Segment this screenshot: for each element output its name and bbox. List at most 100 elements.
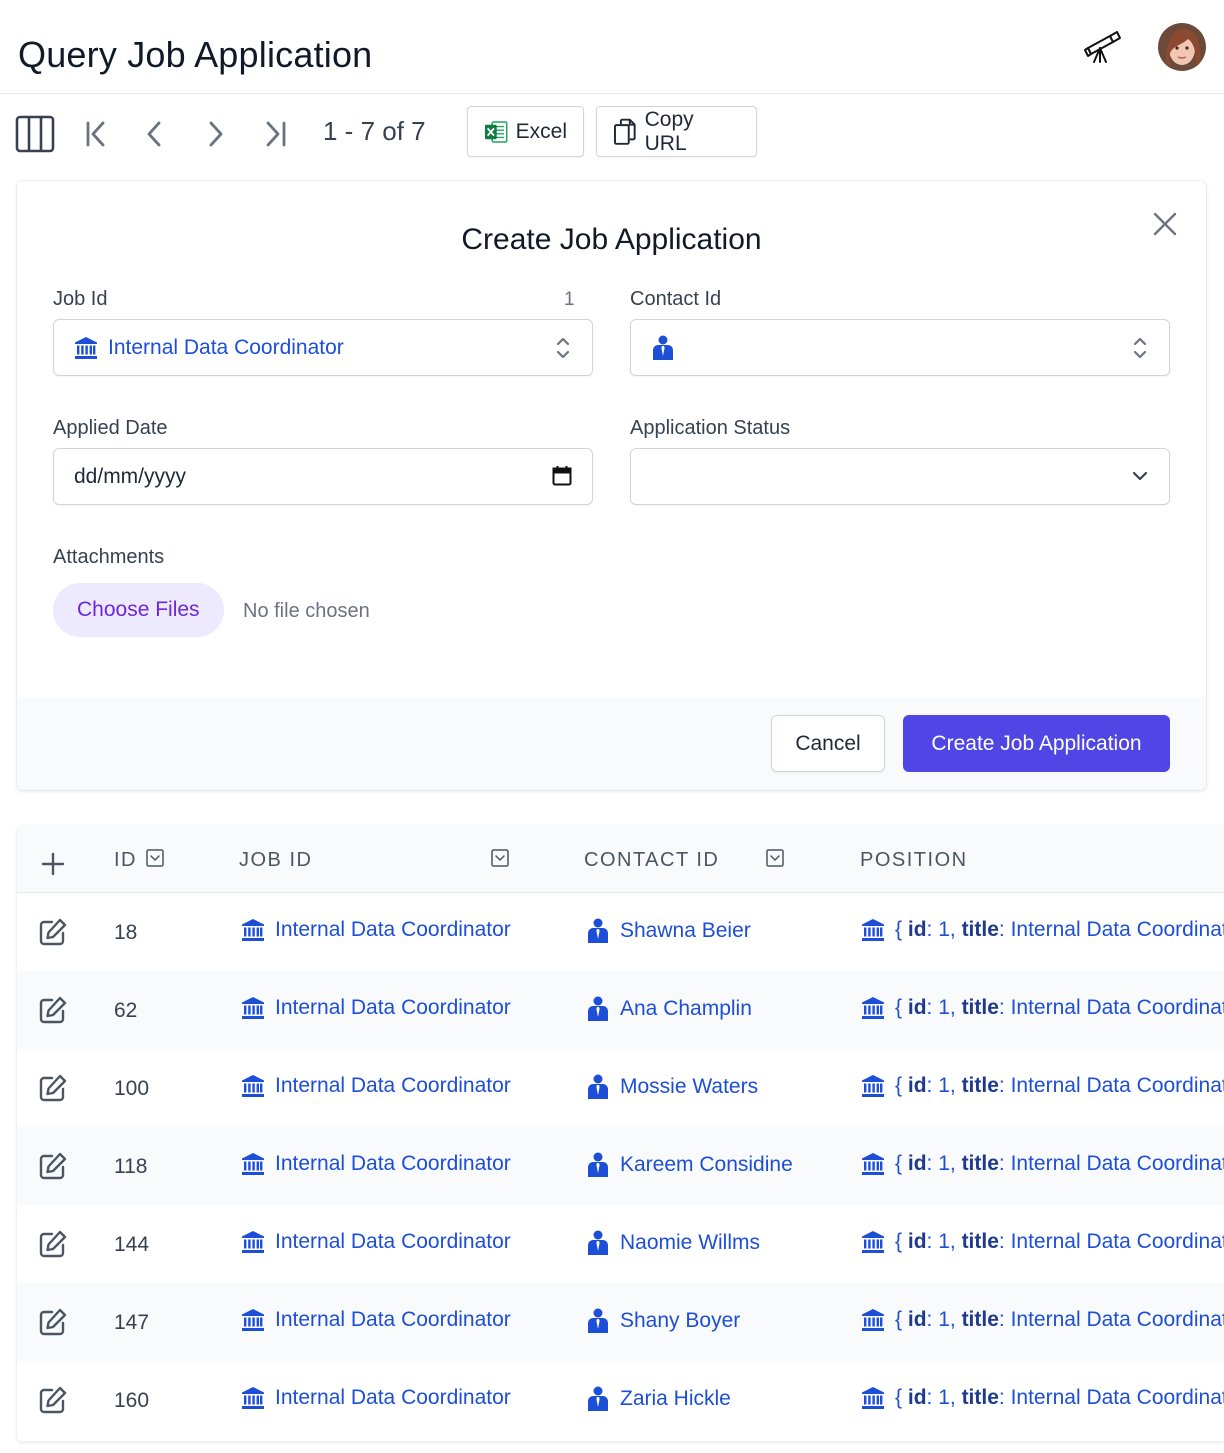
first-page-icon[interactable] <box>74 112 118 156</box>
column-header-position[interactable]: POSITION <box>860 849 968 872</box>
columns-icon[interactable] <box>13 112 57 156</box>
column-header-job-id[interactable]: JOB ID <box>239 849 312 872</box>
person-icon <box>588 1386 608 1411</box>
bank-icon <box>242 919 264 941</box>
person-icon <box>653 335 673 360</box>
row-id: 160 <box>114 1389 150 1412</box>
position-link[interactable]: { id: 1, title: Internal Data Coordinat <box>861 996 1224 1020</box>
contact-id-lookup[interactable] <box>630 319 1170 376</box>
edit-icon[interactable] <box>38 995 68 1025</box>
table-row: 147 Internal Data Coordinator Shany Boyer {… <box>17 1283 1224 1361</box>
bank-icon <box>862 1387 884 1409</box>
filter-icon[interactable] <box>766 849 784 867</box>
contact-link[interactable]: Shany Boyer <box>586 1308 740 1334</box>
job-link[interactable]: Internal Data Coordinator <box>241 1308 511 1332</box>
create-job-application-button[interactable]: Create Job Application <box>903 715 1170 772</box>
form-footer: Cancel Create Job Application <box>17 697 1206 790</box>
position-id: 1 <box>938 1074 950 1097</box>
job-link[interactable]: Internal Data Coordinator <box>241 1074 511 1098</box>
contact-link[interactable]: Mossie Waters <box>586 1074 758 1100</box>
bank-icon <box>242 1075 264 1097</box>
person-icon <box>588 1074 608 1099</box>
edit-icon[interactable] <box>38 917 68 947</box>
bank-icon <box>242 1153 264 1175</box>
avatar[interactable] <box>1158 23 1206 71</box>
cancel-button[interactable]: Cancel <box>771 715 885 772</box>
position-text: { id: 1, title: Internal Data Coordinat <box>895 1152 1224 1176</box>
filter-icon[interactable] <box>146 849 164 867</box>
table-header: ID JOB ID CONTACT ID POSITION <box>17 826 1224 893</box>
plus-icon[interactable] <box>41 852 65 876</box>
copy-url-button[interactable]: Copy URL <box>596 106 757 157</box>
position-text: { id: 1, title: Internal Data Coordinat <box>895 1230 1224 1254</box>
job-link[interactable]: Internal Data Coordinator <box>241 1230 511 1254</box>
job-link[interactable]: Internal Data Coordinator <box>241 996 511 1020</box>
copy-icon <box>613 118 636 145</box>
bank-icon <box>862 997 884 1019</box>
row-id: 100 <box>114 1077 150 1100</box>
last-page-icon[interactable] <box>253 112 297 156</box>
position-id: 1 <box>938 1230 950 1253</box>
job-link[interactable]: Internal Data Coordinator <box>241 1152 511 1176</box>
bank-icon <box>75 336 97 359</box>
row-id: 118 <box>114 1155 148 1178</box>
edit-icon[interactable] <box>38 1229 68 1259</box>
next-page-icon[interactable] <box>193 112 237 156</box>
position-id: 1 <box>938 1386 950 1409</box>
position-id: 1 <box>938 1152 950 1175</box>
position-title: Internal Data Coordinat <box>1010 996 1224 1019</box>
job-link-text: Internal Data Coordinator <box>275 1308 511 1331</box>
prev-page-icon[interactable] <box>133 112 177 156</box>
position-text: { id: 1, title: Internal Data Coordinat <box>895 1308 1224 1332</box>
position-title: Internal Data Coordinat <box>1010 1308 1224 1331</box>
job-id-lookup[interactable]: Internal Data Coordinator <box>53 319 593 376</box>
filter-icon[interactable] <box>491 849 509 867</box>
position-link[interactable]: { id: 1, title: Internal Data Coordinat <box>861 1074 1224 1098</box>
person-icon <box>588 996 608 1021</box>
edit-icon[interactable] <box>38 1151 68 1181</box>
job-link-text: Internal Data Coordinator <box>275 1074 511 1097</box>
position-link[interactable]: { id: 1, title: Internal Data Coordinat <box>861 1386 1224 1410</box>
telescope-icon[interactable] <box>1080 24 1126 70</box>
choose-files-button[interactable]: Choose Files <box>53 583 224 637</box>
job-link[interactable]: Internal Data Coordinator <box>241 918 511 942</box>
bank-icon <box>242 1387 264 1409</box>
column-header-id[interactable]: ID <box>114 849 137 872</box>
edit-icon[interactable] <box>38 1307 68 1337</box>
edit-icon[interactable] <box>38 1073 68 1103</box>
close-icon[interactable] <box>1152 211 1178 237</box>
job-link[interactable]: Internal Data Coordinator <box>241 1386 511 1410</box>
chevron-updown-icon <box>1133 337 1147 359</box>
contact-link[interactable]: Ana Champlin <box>586 996 752 1022</box>
excel-icon <box>484 120 508 143</box>
position-link[interactable]: { id: 1, title: Internal Data Coordinat <box>861 918 1224 942</box>
contact-link[interactable]: Naomie Willms <box>586 1230 760 1256</box>
bank-icon <box>242 997 264 1019</box>
position-id: 1 <box>938 1308 950 1331</box>
position-title: Internal Data Coordinat <box>1010 1074 1224 1097</box>
calendar-icon[interactable] <box>552 465 572 487</box>
column-header-contact-id[interactable]: CONTACT ID <box>584 849 719 872</box>
applied-date-input[interactable]: dd/mm/yyyy <box>53 448 593 505</box>
toolbar: 1 - 7 of 7 Excel Copy URL <box>0 104 1224 160</box>
position-text: { id: 1, title: Internal Data Coordinat <box>895 1074 1224 1098</box>
job-link-text: Internal Data Coordinator <box>275 918 511 941</box>
application-status-select[interactable] <box>630 448 1170 505</box>
contact-link[interactable]: Zaria Hickle <box>586 1386 731 1412</box>
bank-icon <box>242 1309 264 1331</box>
position-title: Internal Data Coordinat <box>1010 918 1224 941</box>
position-link[interactable]: { id: 1, title: Internal Data Coordinat <box>861 1308 1224 1332</box>
attachments-label: Attachments <box>53 546 165 568</box>
contact-link[interactable]: Kareem Considine <box>586 1152 793 1178</box>
bank-icon <box>862 1075 884 1097</box>
copy-url-label: Copy URL <box>644 107 694 155</box>
job-id-label: Job Id <box>53 288 108 310</box>
contact-link-text: Shany Boyer <box>620 1309 741 1332</box>
contact-link[interactable]: Shawna Beier <box>586 918 751 944</box>
job-link-text: Internal Data Coordinator <box>275 1230 511 1253</box>
contact-link-text: Shawna Beier <box>620 919 751 942</box>
position-link[interactable]: { id: 1, title: Internal Data Coordinat <box>861 1230 1224 1254</box>
excel-button[interactable]: Excel <box>467 106 584 157</box>
position-link[interactable]: { id: 1, title: Internal Data Coordinat <box>861 1152 1224 1176</box>
edit-icon[interactable] <box>38 1385 68 1415</box>
